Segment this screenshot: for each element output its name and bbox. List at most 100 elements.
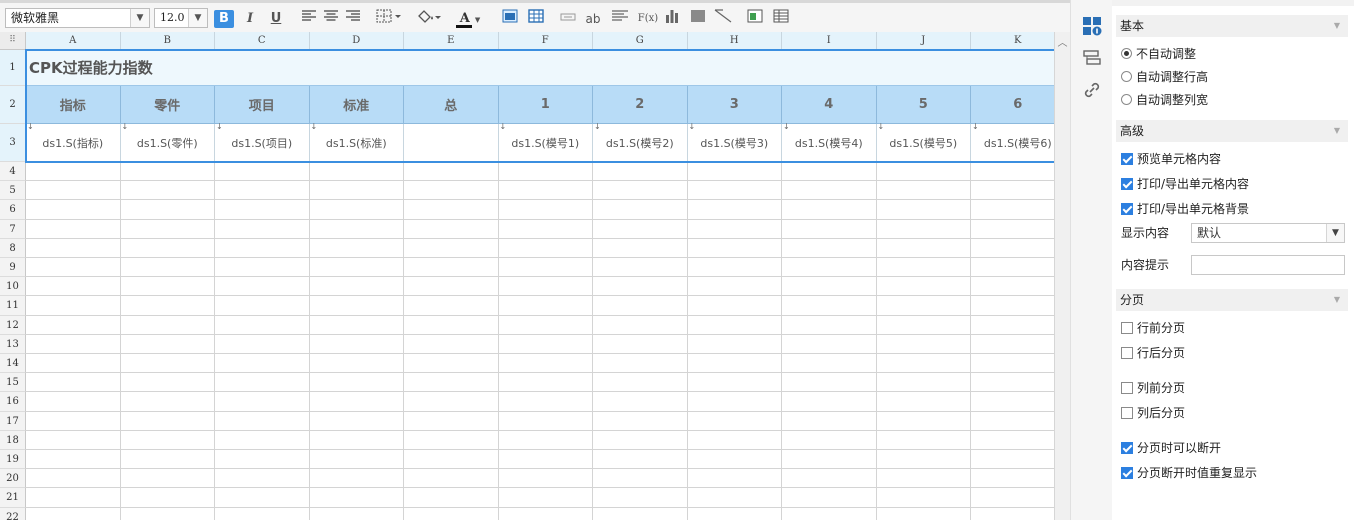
paging-option-1[interactable]: 行前分页 xyxy=(1121,319,1185,337)
grid-cell[interactable] xyxy=(687,315,782,335)
grid-cell[interactable] xyxy=(687,277,782,297)
grid-cell[interactable] xyxy=(876,430,971,450)
grid-cell[interactable] xyxy=(404,354,499,374)
grid-cell[interactable] xyxy=(876,411,971,431)
grid-cell[interactable] xyxy=(498,219,593,239)
grid-cell[interactable] xyxy=(215,200,310,220)
data-cell-g[interactable]: ds1.S(模号2) ↓ xyxy=(593,122,688,162)
grid-cell[interactable] xyxy=(688,507,782,520)
grid-cell[interactable] xyxy=(782,411,877,431)
grid-cell[interactable] xyxy=(593,219,688,239)
grid-cell[interactable] xyxy=(26,373,121,393)
grid-cell[interactable] xyxy=(782,354,877,374)
grid-cell[interactable] xyxy=(876,315,971,335)
grid-cell[interactable] xyxy=(404,296,499,316)
text-color-button[interactable]: A ▼ xyxy=(453,9,487,29)
scroll-up-icon[interactable]: ︿ xyxy=(1055,34,1070,49)
grid-cell[interactable] xyxy=(404,162,499,182)
grid-cell[interactable] xyxy=(310,507,404,520)
grid-cell[interactable] xyxy=(876,238,971,258)
header-cell-b[interactable]: 零件 xyxy=(120,86,215,124)
grid-cell[interactable] xyxy=(782,200,877,220)
column-header-e[interactable]: E xyxy=(404,32,499,50)
row-header-15[interactable]: 15 xyxy=(0,373,26,393)
grid-cell[interactable] xyxy=(498,277,593,297)
grid-cell[interactable] xyxy=(309,219,404,239)
grid-cell[interactable] xyxy=(971,469,1066,489)
grid-cell[interactable] xyxy=(26,334,121,354)
image-icon[interactable] xyxy=(688,9,708,29)
grid-cell[interactable] xyxy=(120,296,215,316)
checkbox[interactable] xyxy=(1121,203,1133,215)
grid-cell[interactable] xyxy=(971,296,1066,316)
checkbox[interactable] xyxy=(1121,347,1133,359)
grid-cell[interactable] xyxy=(26,488,121,508)
grid-cell[interactable] xyxy=(309,296,404,316)
grid-cell[interactable] xyxy=(593,162,688,182)
grid-cell[interactable] xyxy=(309,258,404,278)
grid-cell[interactable] xyxy=(215,469,310,489)
paragraph-icon[interactable] xyxy=(610,9,630,29)
row-header-17[interactable]: 17 xyxy=(0,411,26,431)
grid-cell[interactable] xyxy=(309,430,404,450)
basic-option-1[interactable]: 不自动调整 xyxy=(1121,45,1196,63)
grid-cell[interactable] xyxy=(782,296,877,316)
grid-cell[interactable] xyxy=(593,392,688,412)
align-left-icon[interactable] xyxy=(299,9,319,29)
row-header-8[interactable]: 8 xyxy=(0,238,26,258)
grid-cell[interactable] xyxy=(215,315,310,335)
advanced-option-3[interactable]: 打印/导出单元格背景 xyxy=(1121,200,1249,218)
radio-button[interactable] xyxy=(1121,48,1132,59)
data-cell-j[interactable]: ds1.S(模号5) ↓ xyxy=(876,122,971,162)
grid-cell[interactable] xyxy=(404,411,499,431)
slash-line-icon[interactable] xyxy=(713,9,733,29)
grid-cell[interactable] xyxy=(498,334,593,354)
cell-element-icon[interactable] xyxy=(1082,48,1102,68)
row-header-2[interactable]: 2 xyxy=(0,86,26,124)
grid-cell[interactable] xyxy=(498,296,593,316)
grid-cell[interactable] xyxy=(120,450,215,470)
grid-cell[interactable] xyxy=(876,373,971,393)
grid-cell[interactable] xyxy=(215,277,310,297)
section-paging[interactable]: 分页 ▼ xyxy=(1116,289,1348,311)
grid-cell[interactable] xyxy=(971,315,1066,335)
header-cell-j[interactable]: 5 xyxy=(876,86,971,124)
grid-cell[interactable] xyxy=(120,219,215,239)
row-header-12[interactable]: 12 xyxy=(0,315,26,335)
header-cell-i[interactable]: 4 xyxy=(782,86,877,124)
grid-cell[interactable] xyxy=(26,411,121,431)
header-cell-g[interactable]: 2 xyxy=(593,86,688,124)
select-all-corner[interactable]: ⠿ xyxy=(0,32,26,50)
grid-cell[interactable] xyxy=(593,354,688,374)
grid-cell[interactable] xyxy=(120,469,215,489)
grid-cell[interactable] xyxy=(687,488,782,508)
content-tip-input[interactable] xyxy=(1191,255,1345,275)
data-cell-a[interactable]: ds1.S(指标) ↓ xyxy=(26,122,121,162)
header-cell-d[interactable]: 标准 xyxy=(309,86,404,124)
grid-cell[interactable] xyxy=(120,181,215,201)
grid-cell[interactable] xyxy=(782,507,877,520)
grid-cell[interactable] xyxy=(120,258,215,278)
grid-cell[interactable] xyxy=(876,219,971,239)
grid-cell[interactable] xyxy=(120,200,215,220)
data-cell-d[interactable]: ds1.S(标准) ↓ xyxy=(309,122,404,162)
grid-cell[interactable] xyxy=(687,373,782,393)
grid-cell[interactable] xyxy=(971,200,1066,220)
grid-cell[interactable] xyxy=(593,200,688,220)
grid-cell[interactable] xyxy=(877,507,971,520)
section-advanced[interactable]: 高级 ▼ xyxy=(1116,120,1348,142)
grid-cell[interactable] xyxy=(498,488,593,508)
row-header-13[interactable]: 13 xyxy=(0,334,26,354)
row-header-3[interactable]: 3 xyxy=(0,124,26,162)
grid-cell[interactable] xyxy=(215,334,310,354)
checkbox[interactable] xyxy=(1121,442,1133,454)
grid-cell[interactable] xyxy=(120,162,215,182)
grid-cell[interactable] xyxy=(593,277,688,297)
grid-cell[interactable] xyxy=(26,450,121,470)
underline-button[interactable]: U xyxy=(266,9,286,29)
grid-cell[interactable] xyxy=(404,181,499,201)
grid-cell[interactable] xyxy=(121,507,215,520)
column-header-j[interactable]: J xyxy=(876,32,971,50)
grid-cell[interactable] xyxy=(404,488,499,508)
grid-cell[interactable] xyxy=(687,450,782,470)
